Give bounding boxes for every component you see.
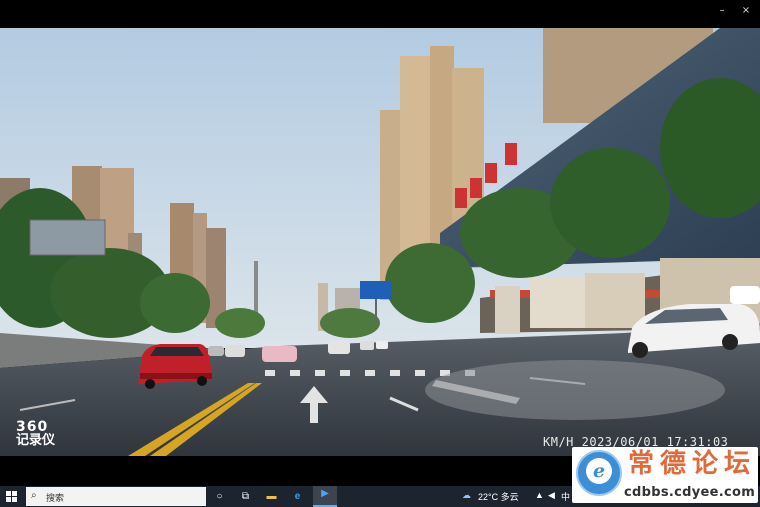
- network-icon[interactable]: ▲: [535, 490, 544, 500]
- search-placeholder: 搜索: [46, 493, 65, 503]
- logo-360-text: 360: [16, 419, 49, 435]
- media-player-icon[interactable]: ▶: [313, 486, 337, 507]
- edge-icon[interactable]: e: [290, 489, 305, 504]
- start-icon[interactable]: [6, 491, 17, 502]
- weather-text[interactable]: 22°C 多云: [478, 490, 519, 503]
- minimize-icon[interactable]: –: [714, 4, 730, 18]
- taskbar-search-box[interactable]: ⌕ 搜索: [26, 487, 206, 506]
- windshield-smudge: [425, 360, 725, 420]
- search-icon: ⌕: [31, 490, 37, 501]
- logo-recorder-text: 记录仪: [16, 433, 56, 448]
- forum-watermark: e 常德论坛 cdbbs.cdyee.com: [572, 447, 758, 503]
- overhead-sign: [29, 219, 106, 256]
- weather-icon[interactable]: ☁: [462, 490, 471, 501]
- forum-logo-letter: e: [586, 458, 612, 484]
- language-icon[interactable]: 中: [561, 490, 570, 503]
- forum-title: 常德论坛: [628, 449, 757, 479]
- window-title-bar: – ×: [0, 0, 760, 28]
- forum-url: cdbbs.cdyee.com: [624, 485, 756, 500]
- dashcam-logo: 360 记录仪: [16, 420, 55, 448]
- close-icon[interactable]: ×: [738, 4, 754, 18]
- task-view-icon[interactable]: ⧉: [238, 489, 253, 504]
- forum-logo-badge: e: [576, 450, 622, 496]
- dashcam-video-frame[interactable]: 360 记录仪 KM/H 2023/06/01 17:31:03: [0, 28, 760, 456]
- volume-icon[interactable]: ◀: [548, 490, 555, 501]
- cortana-icon[interactable]: ○: [212, 489, 227, 504]
- file-explorer-icon[interactable]: ▬: [264, 489, 279, 504]
